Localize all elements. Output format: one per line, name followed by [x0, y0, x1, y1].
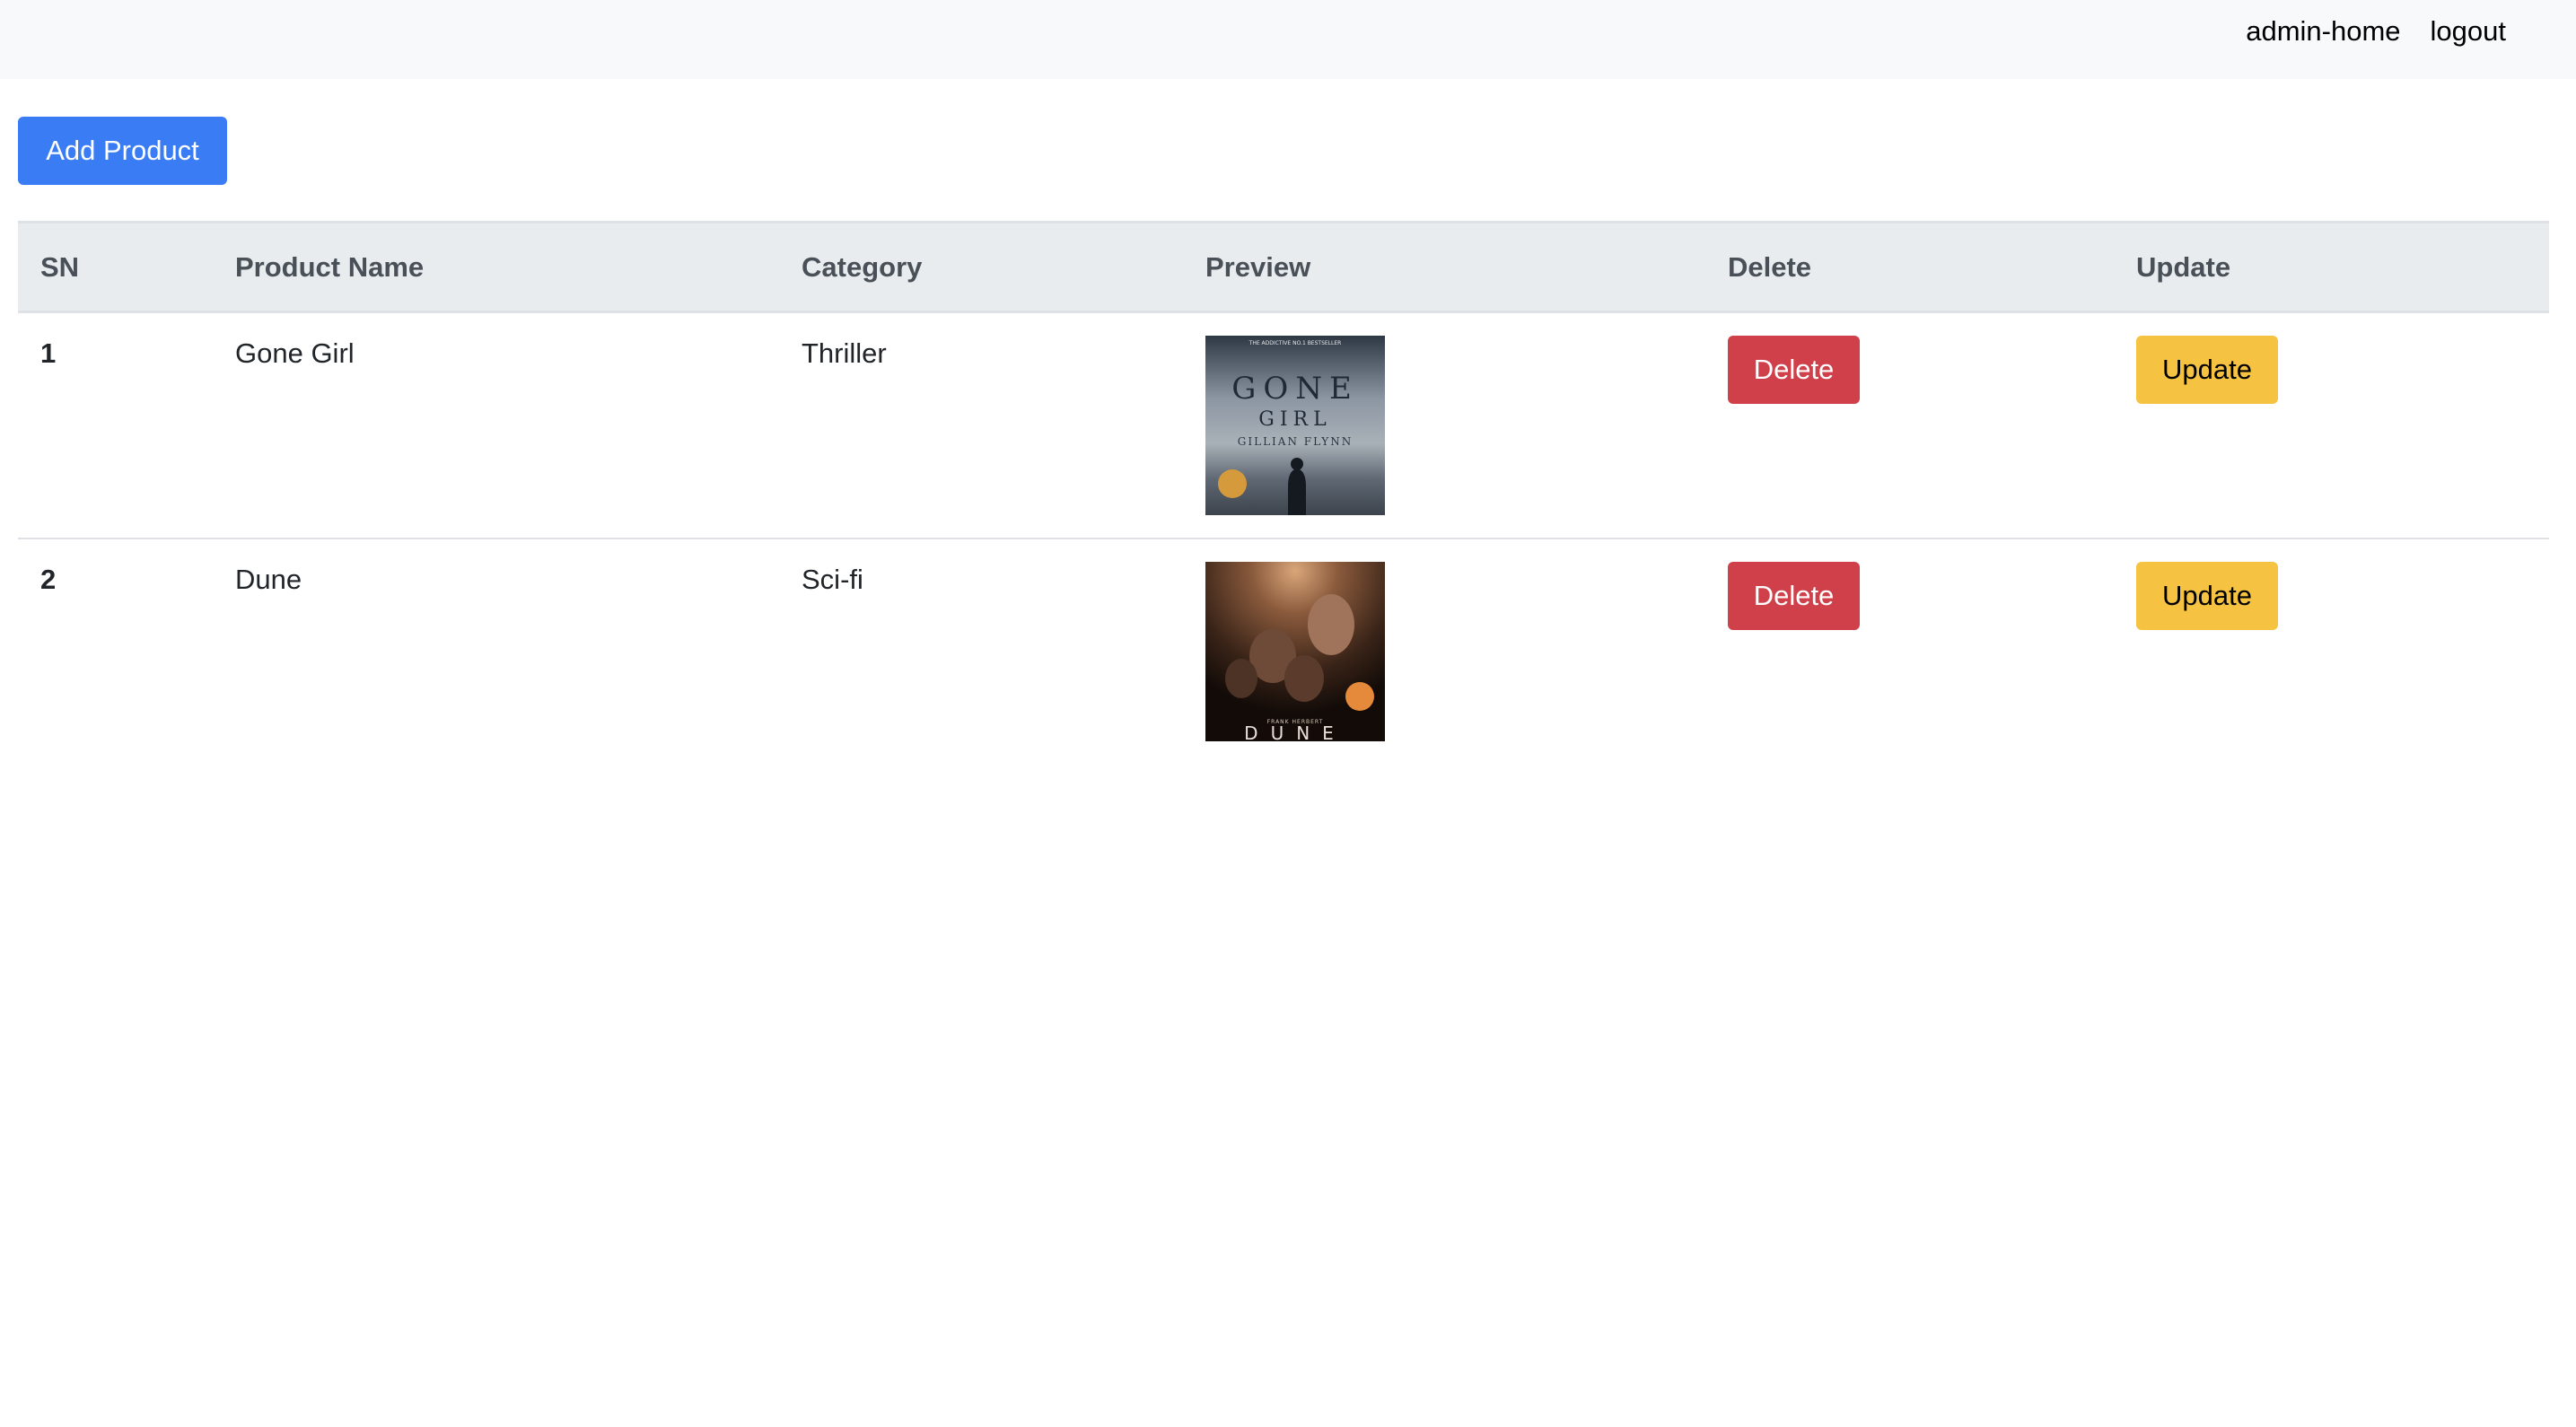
- admin-home-link[interactable]: admin-home: [2246, 15, 2400, 48]
- header-category: Category: [779, 221, 1183, 313]
- svg-text:GONE: GONE: [1231, 371, 1359, 407]
- table-header-row: SN Product Name Category Preview Delete …: [18, 221, 2549, 313]
- book-cover-gone-girl-icon: THE ADDICTIVE NO.1 BESTSELLER GONE GIRL …: [1205, 336, 1385, 515]
- header-product-name: Product Name: [213, 221, 779, 313]
- svg-text:DUNE: DUNE: [1244, 722, 1346, 741]
- nav-links: admin-home logout: [2246, 0, 2506, 63]
- row-category: Sci-fi: [802, 564, 863, 595]
- row-product-name: Dune: [235, 564, 302, 595]
- table-row: 2 Dune Sci-fi FRANK HERBERT DUNE Delete …: [18, 538, 2549, 764]
- book-cover-dune-icon: FRANK HERBERT DUNE: [1205, 562, 1385, 741]
- svg-text:THE ADDICTIVE NO.1 BESTSELLER: THE ADDICTIVE NO.1 BESTSELLER: [1249, 340, 1342, 346]
- svg-text:GILLIAN FLYNN: GILLIAN FLYNN: [1238, 435, 1353, 448]
- header-update: Update: [2114, 221, 2549, 313]
- table-row: 1 Gone Girl Thriller THE ADDICTIVE NO.1 …: [18, 311, 2549, 539]
- header-delete: Delete: [1705, 221, 2114, 313]
- svg-text:GIRL: GIRL: [1258, 408, 1331, 431]
- delete-button[interactable]: Delete: [1728, 336, 1860, 404]
- add-product-button[interactable]: Add Product: [18, 117, 227, 185]
- header-preview: Preview: [1183, 221, 1705, 313]
- header-sn: SN: [18, 221, 213, 313]
- row-sn: 2: [40, 564, 57, 595]
- products-table-container: SN Product Name Category Preview Delete …: [18, 221, 2549, 764]
- row-category: Thriller: [802, 337, 887, 369]
- logout-link[interactable]: logout: [2431, 15, 2506, 48]
- row-product-name: Gone Girl: [235, 337, 355, 369]
- update-button[interactable]: Update: [2136, 562, 2278, 630]
- products-table: SN Product Name Category Preview Delete …: [18, 221, 2549, 764]
- delete-button[interactable]: Delete: [1728, 562, 1860, 630]
- top-navbar: admin-home logout: [0, 0, 2576, 79]
- update-button[interactable]: Update: [2136, 336, 2278, 404]
- row-sn: 1: [40, 337, 57, 369]
